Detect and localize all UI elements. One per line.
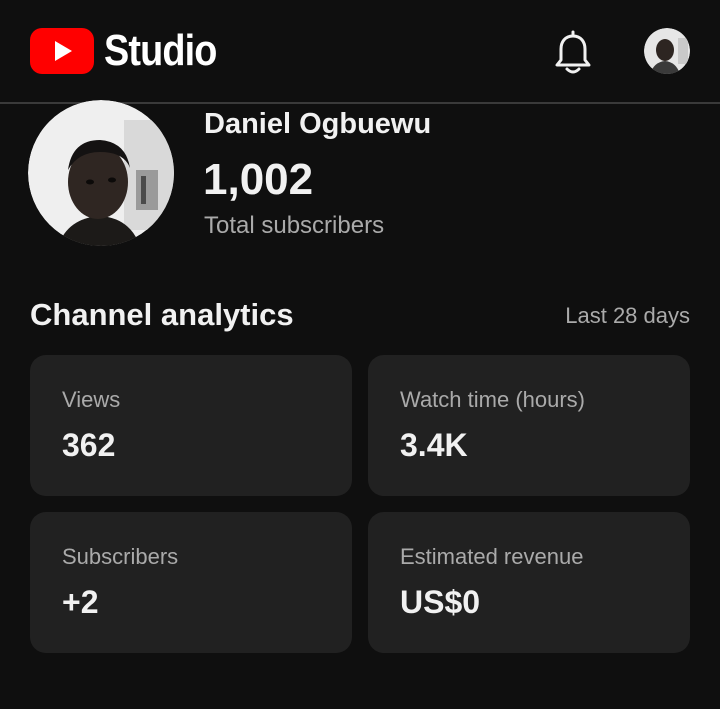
card-value: +2 xyxy=(62,584,99,620)
subscriber-count: 1,002 xyxy=(203,155,314,204)
bell-icon[interactable] xyxy=(552,30,594,76)
studio-app: Studio Daniel Ogbuewu 1,002 Total subscr… xyxy=(0,0,720,709)
studio-logo[interactable]: Studio xyxy=(30,28,235,74)
card-value: 362 xyxy=(62,427,116,463)
views-card[interactable]: Views 362 xyxy=(30,355,352,496)
logo-text: Studio xyxy=(104,26,217,75)
subscribers-card[interactable]: Subscribers +2 xyxy=(30,512,352,653)
account-avatar[interactable] xyxy=(644,28,690,74)
card-label: Views xyxy=(62,387,121,412)
card-label: Estimated revenue xyxy=(400,544,584,569)
revenue-card[interactable]: Estimated revenue US$0 xyxy=(368,512,690,653)
youtube-play-icon xyxy=(30,28,94,74)
watch-time-card[interactable]: Watch time (hours) 3.4K xyxy=(368,355,690,496)
card-label: Watch time (hours) xyxy=(400,387,586,412)
period-label: Last 28 days xyxy=(565,303,690,328)
section-title: Channel analytics xyxy=(30,297,294,332)
card-value: 3.4K xyxy=(400,427,468,463)
card-value: US$0 xyxy=(400,584,481,620)
card-label: Subscribers xyxy=(62,544,179,569)
top-app-bar: Studio xyxy=(0,0,720,104)
channel-avatar xyxy=(28,100,174,246)
subscriber-label: Total subscribers xyxy=(204,212,385,239)
channel-name: Daniel Ogbuewu xyxy=(204,108,432,140)
